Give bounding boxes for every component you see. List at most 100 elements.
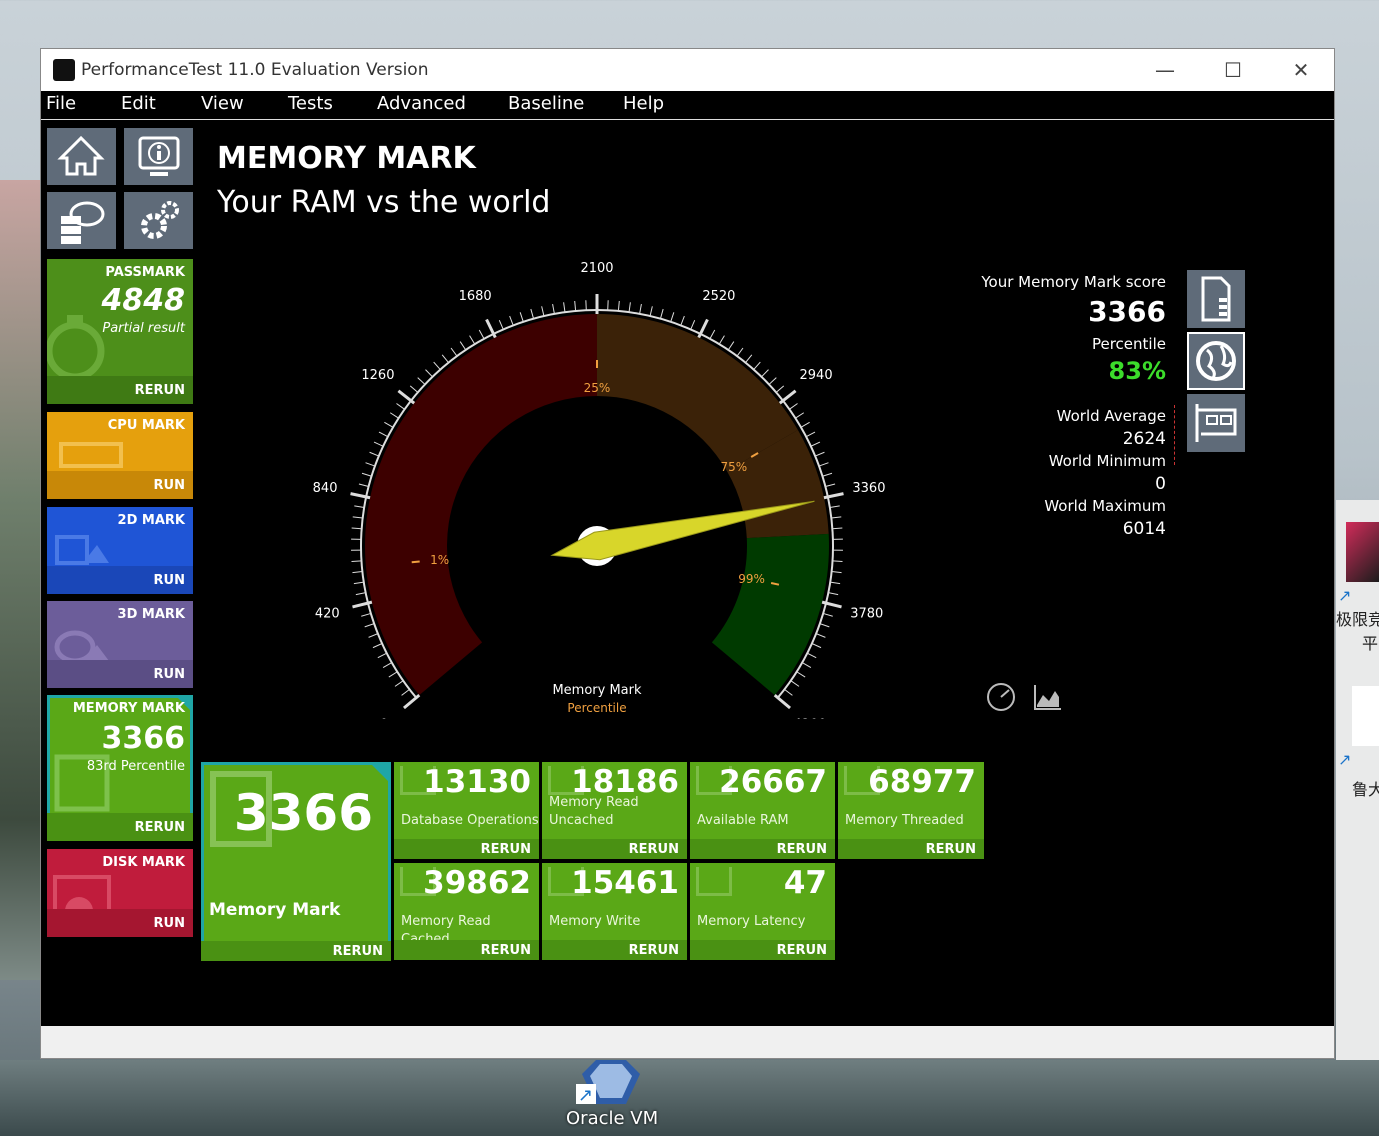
- gauge-minor-tick: [789, 403, 798, 410]
- menu-help[interactable]: Help: [623, 93, 664, 114]
- result-label: Memory Read Uncached: [549, 795, 639, 828]
- gauge-major-tick: [773, 693, 792, 710]
- gauge-minor-tick: [369, 451, 379, 457]
- 3d-mark-tile[interactable]: 3D MARK RUN: [47, 601, 193, 688]
- 2d-mark-tile[interactable]: 2D MARK RUN: [47, 507, 193, 594]
- document-icon: [1201, 276, 1231, 322]
- virtualbox-icon[interactable]: ↗: [576, 1060, 646, 1104]
- rerun-button[interactable]: RERUN: [481, 943, 531, 958]
- desktop-icon-label[interactable]: Oracle VM: [566, 1108, 658, 1129]
- desktop-file-icon[interactable]: [1352, 686, 1379, 746]
- rerun-button[interactable]: RERUN: [629, 943, 679, 958]
- memory-mark-rerun-button[interactable]: RERUN: [333, 944, 383, 959]
- rerun-button[interactable]: RERUN: [481, 842, 531, 857]
- percentile-label: 25%: [584, 381, 611, 395]
- gauge-minor-tick: [365, 462, 376, 467]
- cloud-results-button[interactable]: [47, 192, 116, 249]
- world-minimum-label: World Minimum: [1048, 452, 1166, 470]
- memory-mark-tile[interactable]: MEMORY MARK 3366 83rd Percentile RERUN: [47, 695, 193, 841]
- memory-mark-score: 3366: [101, 721, 186, 756]
- memory-threaded-tile[interactable]: 68977 Memory Threaded RERUN: [838, 762, 984, 859]
- result-value: 68977: [868, 764, 976, 800]
- cpu-mark-tile[interactable]: CPU MARK RUN: [47, 412, 193, 499]
- percentile-label: Percentile: [1091, 335, 1166, 353]
- gauge-tick-label: 1680: [459, 289, 492, 304]
- gauge-minor-tick: [639, 303, 642, 314]
- tile-name: 2D MARK: [117, 513, 185, 528]
- menu-edit[interactable]: Edit: [121, 93, 156, 114]
- title-bar[interactable]: PerformanceTest 11.0 Evaluation Version …: [41, 49, 1334, 91]
- menu-baseline[interactable]: Baseline: [508, 93, 584, 114]
- gauge-minor-tick: [358, 483, 369, 487]
- gauge-minor-tick: [649, 306, 653, 317]
- score-value: 3366: [1088, 295, 1166, 328]
- gauge-minor-tick: [409, 385, 419, 393]
- world-maximum-value: 6014: [1122, 519, 1166, 539]
- gauge-major-tick: [778, 389, 797, 405]
- gauge-minor-tick: [352, 516, 363, 519]
- cpu-mark-run-button[interactable]: RUN: [154, 478, 185, 493]
- tile-name: MEMORY MARK: [72, 701, 185, 716]
- minimize-button[interactable]: —: [1135, 55, 1195, 85]
- database-operations-tile[interactable]: 13130 Database Operations RERUN: [394, 762, 539, 859]
- gauge-minor-tick: [354, 505, 365, 508]
- gauge-minor-tick: [433, 361, 441, 370]
- menu-advanced[interactable]: Advanced: [377, 93, 466, 114]
- close-button[interactable]: ✕: [1271, 55, 1331, 85]
- gauge-minor-tick: [829, 505, 840, 508]
- passmark-rerun-button[interactable]: RERUN: [135, 383, 185, 398]
- rerun-button[interactable]: RERUN: [777, 842, 827, 857]
- 3d-mark-run-button[interactable]: RUN: [154, 667, 185, 682]
- memory-read-uncached-tile[interactable]: 18186 Memory Read Uncached RERUN: [542, 762, 687, 859]
- gauge-label: Memory Mark: [552, 683, 642, 698]
- export-report-button[interactable]: [1187, 270, 1245, 328]
- gauge-minor-tick: [377, 652, 387, 659]
- passmark-tile[interactable]: PASSMARK 4848 Partial result RERUN: [47, 259, 193, 404]
- cpu-chip-icon: [59, 442, 123, 468]
- rerun-button[interactable]: RERUN: [777, 943, 827, 958]
- desktop-icon-label[interactable]: 极限竞: [1336, 610, 1379, 630]
- gauge-minor-tick: [659, 308, 664, 319]
- desktop-icon-label[interactable]: 鲁大: [1352, 776, 1379, 800]
- gauge-major-tick: [402, 693, 421, 710]
- memory-mark-result-tile[interactable]: 3366 Memory Mark RERUN: [201, 762, 391, 961]
- 2d-mark-run-button[interactable]: RUN: [154, 573, 185, 588]
- gauge-minor-tick: [541, 306, 545, 317]
- gauge-tick-label: 840: [313, 481, 338, 496]
- gauge-view-icon[interactable]: [985, 681, 1017, 713]
- home-button[interactable]: [47, 128, 116, 185]
- gauge-minor-tick: [617, 300, 620, 312]
- gauge-minor-tick: [670, 312, 675, 322]
- disk-drive-icon: [53, 875, 111, 913]
- memory-latency-tile[interactable]: 47 Memory Latency RERUN: [690, 863, 835, 960]
- selected-corner: [369, 762, 391, 784]
- available-ram-tile[interactable]: 26667 Available RAM RERUN: [690, 762, 835, 859]
- system-info-button[interactable]: [124, 128, 193, 185]
- gauge-minor-tick: [815, 633, 826, 638]
- rerun-button[interactable]: RERUN: [926, 842, 976, 857]
- maximize-button[interactable]: ☐: [1203, 55, 1263, 85]
- gauge-minor-tick: [819, 623, 830, 628]
- settings-icon: [141, 201, 179, 239]
- passmark-status: Partial result: [102, 321, 185, 336]
- memory-read-cached-tile[interactable]: 39862 Memory Read Cached RERUN: [394, 863, 539, 960]
- gauge-minor-tick: [361, 472, 372, 477]
- rerun-button[interactable]: RERUN: [629, 842, 679, 857]
- world-compare-button[interactable]: [1187, 332, 1245, 390]
- memory-write-tile[interactable]: 15461 Memory Write RERUN: [542, 863, 687, 960]
- result-value: 26667: [719, 764, 827, 800]
- menu-view[interactable]: View: [201, 93, 244, 114]
- memory-mark-rerun-button[interactable]: RERUN: [135, 820, 185, 835]
- settings-button[interactable]: [124, 192, 193, 249]
- desktop-app-icon[interactable]: [1346, 522, 1379, 582]
- chart-view-icon[interactable]: [1031, 681, 1063, 713]
- desktop-icon-label[interactable]: 平: [1362, 630, 1378, 654]
- menu-file[interactable]: File: [46, 93, 76, 114]
- gauge-minor-tick: [373, 441, 384, 447]
- disk-mark-tile[interactable]: DISK MARK RUN: [47, 849, 193, 937]
- disk-mark-run-button[interactable]: RUN: [154, 916, 185, 931]
- menu-tests[interactable]: Tests: [288, 93, 333, 114]
- hardware-info-button[interactable]: [1187, 394, 1245, 452]
- memory-mark-percentile: 83rd Percentile: [86, 759, 185, 774]
- gauge-minor-tick: [807, 652, 817, 659]
